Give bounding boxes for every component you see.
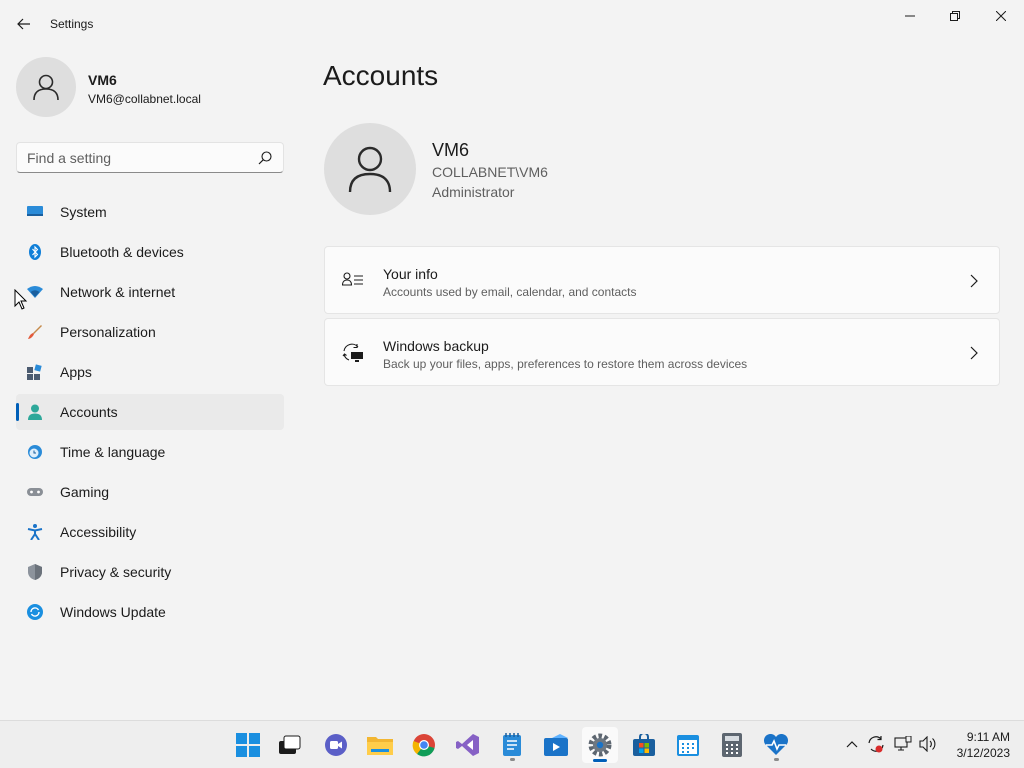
page-title: Accounts bbox=[323, 60, 439, 91]
network-icon bbox=[894, 736, 912, 751]
sidebar-item-personalization[interactable]: Personalization bbox=[16, 314, 284, 350]
user-profile[interactable]: VM6 VM6@collabnet.local bbox=[16, 57, 286, 117]
sidebar-item-apps[interactable]: Apps bbox=[16, 354, 284, 390]
profile-name: VM6 bbox=[88, 72, 117, 88]
account-domain: COLLABNET\VM6 bbox=[432, 164, 548, 180]
chevron-up-icon bbox=[846, 741, 858, 748]
taskbar-chrome[interactable] bbox=[406, 727, 442, 763]
tray-volume[interactable] bbox=[919, 735, 937, 753]
calculator-icon bbox=[722, 733, 742, 757]
update-icon bbox=[27, 604, 43, 620]
windows-backup-card[interactable]: Windows backup Back up your files, apps,… bbox=[324, 318, 1000, 386]
store-icon bbox=[633, 734, 655, 756]
taskbar-store[interactable] bbox=[626, 727, 662, 763]
sidebar-item-bluetooth[interactable]: Bluetooth & devices bbox=[16, 234, 284, 270]
your-info-card[interactable]: Your info Accounts used by email, calend… bbox=[324, 246, 1000, 314]
calendar-icon bbox=[677, 735, 699, 756]
sidebar-item-system[interactable]: System bbox=[16, 194, 284, 230]
system-clock[interactable]: 9:11 AM 3/12/2023 bbox=[946, 729, 1010, 761]
restore-button[interactable] bbox=[932, 4, 978, 28]
shield-icon bbox=[28, 564, 42, 580]
clock-globe-icon bbox=[28, 445, 42, 459]
apps-icon bbox=[27, 364, 42, 380]
clock-date: 3/12/2023 bbox=[956, 746, 1010, 760]
search-input[interactable] bbox=[27, 149, 247, 167]
chevron-right-icon bbox=[970, 346, 978, 360]
brush-icon bbox=[28, 325, 42, 339]
sidebar-item-gaming[interactable]: Gaming bbox=[16, 474, 284, 510]
windows-logo-icon bbox=[236, 733, 260, 757]
running-indicator bbox=[774, 758, 779, 761]
taskbar-file-explorer[interactable] bbox=[362, 727, 398, 763]
task-view-icon bbox=[279, 735, 301, 754]
back-button[interactable] bbox=[10, 10, 38, 38]
sidebar-item-accounts[interactable]: Accounts bbox=[16, 394, 284, 430]
minimize-icon bbox=[905, 15, 915, 17]
tray-overflow-button[interactable] bbox=[843, 735, 861, 753]
visual-studio-icon bbox=[456, 734, 479, 756]
gear-icon bbox=[588, 733, 612, 757]
app-title: Settings bbox=[50, 17, 94, 31]
restore-icon bbox=[950, 11, 960, 21]
taskbar-calendar[interactable] bbox=[670, 727, 706, 763]
mouse-cursor-icon bbox=[14, 289, 28, 310]
taskbar-notepad[interactable] bbox=[494, 727, 530, 763]
sidebar-item-accessibility[interactable]: Accessibility bbox=[16, 514, 284, 550]
title-bar: Settings bbox=[0, 0, 1024, 48]
close-button[interactable] bbox=[978, 4, 1024, 28]
taskbar-media-player[interactable] bbox=[538, 727, 574, 763]
minimize-button[interactable] bbox=[887, 4, 933, 28]
chevron-right-icon bbox=[970, 274, 978, 288]
wifi-icon bbox=[27, 286, 43, 298]
search-box[interactable] bbox=[16, 142, 284, 173]
active-app-indicator bbox=[593, 759, 607, 762]
sidebar-item-network[interactable]: Network & internet bbox=[16, 274, 284, 310]
bluetooth-icon bbox=[29, 244, 41, 260]
taskbar-teams[interactable] bbox=[318, 727, 354, 763]
notepad-icon bbox=[503, 733, 521, 756]
tray-network[interactable] bbox=[894, 735, 912, 753]
person-info-icon bbox=[342, 272, 363, 286]
folder-icon bbox=[367, 737, 393, 755]
backup-icon bbox=[342, 343, 363, 362]
taskbar-calculator[interactable] bbox=[714, 727, 750, 763]
sidebar-item-privacy-security[interactable]: Privacy & security bbox=[16, 554, 284, 590]
running-indicator bbox=[510, 758, 515, 761]
taskbar-task-view[interactable] bbox=[272, 727, 308, 763]
tray-sync[interactable] bbox=[867, 735, 885, 753]
back-arrow-icon bbox=[17, 18, 30, 30]
person-icon bbox=[33, 74, 59, 101]
profile-email: VM6@collabnet.local bbox=[88, 92, 201, 106]
volume-icon bbox=[919, 736, 936, 752]
account-avatar bbox=[324, 123, 416, 215]
sidebar-nav: System Bluetooth & devices Network & int… bbox=[16, 194, 284, 634]
system-icon bbox=[27, 206, 43, 216]
avatar bbox=[16, 57, 76, 117]
accessibility-icon bbox=[27, 524, 43, 540]
sidebar-item-windows-update[interactable]: Windows Update bbox=[16, 594, 284, 630]
taskbar-start[interactable] bbox=[230, 727, 266, 763]
account-name: VM6 bbox=[432, 140, 470, 160]
sync-icon bbox=[868, 736, 884, 753]
search-icon[interactable] bbox=[257, 150, 273, 166]
media-player-icon bbox=[544, 734, 568, 756]
gamepad-icon bbox=[27, 488, 43, 496]
taskbar-visual-studio[interactable] bbox=[450, 727, 486, 763]
clock-time: 9:11 AM bbox=[966, 730, 1010, 744]
sidebar-item-time-language[interactable]: Time & language bbox=[16, 434, 284, 470]
person-icon bbox=[348, 146, 392, 193]
taskbar-health-monitor[interactable] bbox=[758, 727, 794, 763]
taskbar-settings[interactable] bbox=[582, 727, 618, 763]
taskbar: 9:11 AM 3/12/2023 bbox=[0, 720, 1024, 768]
heart-pulse-icon bbox=[763, 734, 789, 755]
chrome-icon bbox=[412, 734, 435, 757]
accounts-icon bbox=[28, 404, 42, 420]
teams-chat-icon bbox=[325, 734, 347, 756]
account-role: Administrator bbox=[432, 184, 515, 200]
close-icon bbox=[996, 11, 1006, 21]
